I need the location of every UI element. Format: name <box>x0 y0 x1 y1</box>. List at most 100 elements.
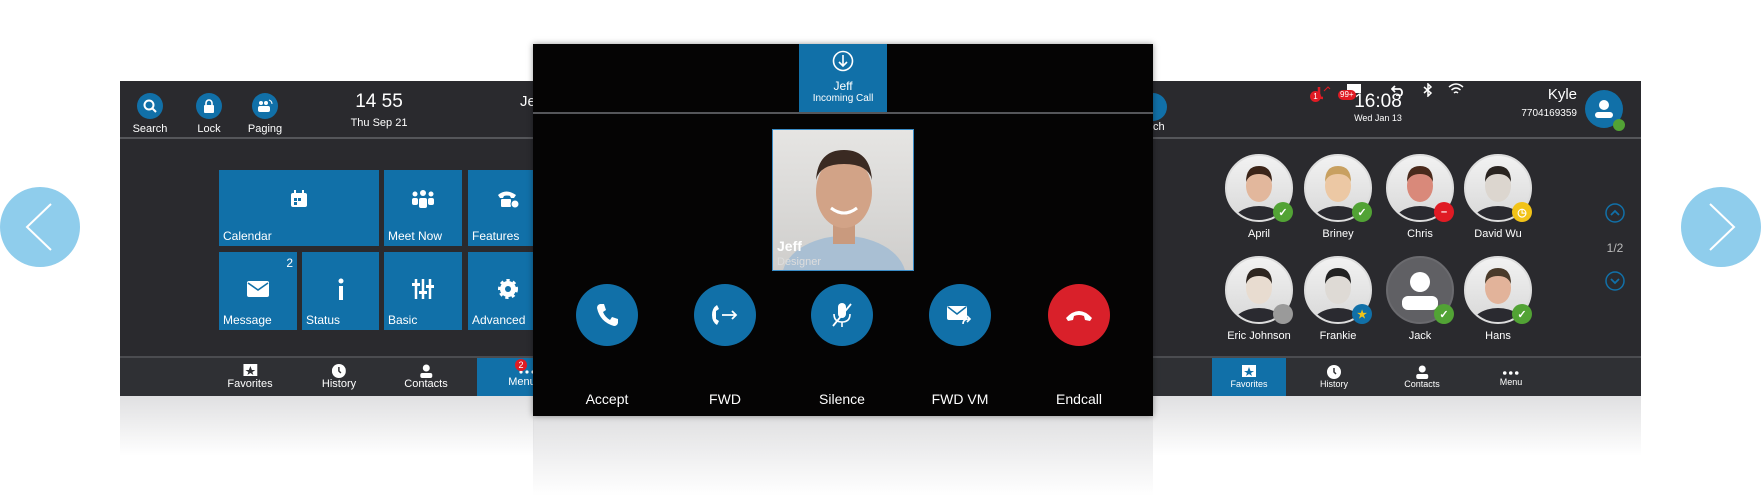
contact-name: Briney <box>1322 228 1354 240</box>
calendar-icon <box>291 189 307 207</box>
tab-label: Contacts <box>404 378 448 390</box>
phone-gear-icon <box>498 191 520 209</box>
search-label: Search <box>132 123 168 135</box>
tab-label: History <box>1319 379 1349 389</box>
action-label: Silence <box>819 391 865 407</box>
end-call-button[interactable] <box>1048 284 1110 346</box>
user-name: Je <box>520 93 534 110</box>
contact-name: April <box>1247 228 1271 240</box>
forward-voicemail-button[interactable] <box>929 284 991 346</box>
messages-badge: 99+ <box>1338 90 1356 100</box>
tile-label: Basic <box>388 313 418 327</box>
more-icon <box>1503 371 1519 375</box>
bottom-tab-bar: Favorites History Contacts Menu 2 <box>120 356 534 396</box>
tile-features[interactable]: Features <box>468 170 534 246</box>
page-down-button[interactable] <box>1605 271 1625 291</box>
reflection <box>120 396 534 456</box>
incoming-arrow-icon <box>832 50 854 72</box>
clock-time: 16:08 <box>1354 91 1402 112</box>
contact-name: Frankie <box>1319 330 1357 342</box>
menu-screen: Search Lock Paging 14 55 Thu Sep 21 Je C… <box>120 81 534 396</box>
offline-status-icon <box>1273 304 1293 324</box>
lock-icon <box>204 99 214 113</box>
tile-message[interactable]: 2 Message <box>219 252 297 330</box>
tab-label: Menu <box>1499 377 1523 387</box>
tile-basic[interactable]: Basic <box>384 252 462 330</box>
online-status-icon: ✓ <box>1352 202 1372 222</box>
contact-name: Eric Johnson <box>1227 330 1291 342</box>
forward-button[interactable] <box>694 284 756 346</box>
busy-status-icon: – <box>1434 202 1454 222</box>
tab-label: Favorites <box>1230 379 1268 389</box>
tab-label: History <box>321 378 357 390</box>
action-label: Accept <box>585 391 629 407</box>
action-label: FWD <box>709 391 741 407</box>
accept-button[interactable] <box>576 284 638 346</box>
tile-meet-now[interactable]: Meet Now <box>384 170 462 246</box>
reflection <box>533 416 1153 496</box>
tile-advanced[interactable]: Advanced <box>468 252 534 330</box>
hang-up-icon <box>1066 311 1092 321</box>
reflection <box>1153 396 1641 456</box>
sliders-icon <box>412 279 434 300</box>
missed-calls-badge: 1 <box>1310 91 1321 102</box>
tab-menu[interactable]: Menu 2 <box>477 358 534 396</box>
lock-button[interactable] <box>196 93 222 119</box>
chevron-left-icon <box>25 203 52 251</box>
tile-label: Calendar <box>223 229 272 243</box>
paging-button[interactable] <box>252 93 278 119</box>
chevron-right-icon <box>1709 203 1736 251</box>
favorites-icon <box>1242 365 1256 377</box>
paging-icon <box>258 99 273 112</box>
lock-label: Lock <box>197 123 221 135</box>
gear-icon <box>498 279 518 300</box>
header: Search Lock Paging 14 55 Thu Sep 21 Je <box>120 81 534 139</box>
caller-photo: Jeff Designer <box>772 129 914 271</box>
clock-date: Wed Jan 13 <box>1354 113 1402 123</box>
action-label: FWD VM <box>931 391 989 407</box>
tab-favorites[interactable]: Favorites <box>1212 358 1286 396</box>
search-button[interactable] <box>137 93 163 119</box>
tile-status[interactable]: Status <box>302 252 379 330</box>
tile-label: Meet Now <box>388 229 443 243</box>
user-name: Kyle <box>1547 86 1577 103</box>
tab-history[interactable]: History <box>1320 358 1348 396</box>
tab-label: Menu <box>508 376 534 388</box>
online-status-icon: ✓ <box>1512 304 1532 324</box>
tab-contacts[interactable]: Contacts <box>404 358 448 396</box>
forward-call-icon <box>712 305 738 325</box>
menu-badge: 2 <box>515 359 527 371</box>
next-button[interactable] <box>1681 187 1761 267</box>
tile-label: Advanced <box>472 313 526 327</box>
prev-button[interactable] <box>0 187 80 267</box>
caller-title: Designer <box>777 256 822 268</box>
clock-time: 14 55 <box>355 91 403 112</box>
phone-icon <box>597 304 618 326</box>
tile-label: Features <box>472 229 520 243</box>
favorite-status-icon: ★ <box>1352 304 1372 324</box>
tab-label: Contacts <box>1404 379 1440 389</box>
favorites-icon <box>243 364 257 376</box>
clock-icon <box>331 364 346 378</box>
online-status-icon: ✓ <box>1273 202 1293 222</box>
group-icon <box>412 189 434 208</box>
page-up-button[interactable] <box>1605 203 1625 223</box>
tile-label: Message <box>223 313 272 327</box>
tab-favorites[interactable]: Favorites <box>227 358 273 396</box>
online-status-icon <box>1613 119 1625 131</box>
message-count-badge: 2 <box>286 256 293 270</box>
tab-history[interactable]: History <box>322 358 356 396</box>
contact-name: Chris <box>1407 228 1433 240</box>
tab-menu[interactable]: Menu <box>1499 358 1523 396</box>
mic-off-icon <box>832 303 852 327</box>
tab-contacts[interactable]: Contacts <box>1404 358 1440 396</box>
header: ch 1 99+ 16:08 Wed Jan 13 Kyle 770416935… <box>1153 81 1641 139</box>
action-label: Endcall <box>1056 391 1102 407</box>
incoming-call-tab[interactable]: Jeff Incoming Call <box>799 44 887 112</box>
search-button[interactable] <box>1153 93 1167 121</box>
silence-button[interactable] <box>811 284 873 346</box>
call-status: Incoming Call <box>812 93 874 104</box>
tile-calendar[interactable]: Calendar <box>219 170 379 246</box>
incoming-call-screen: Jeff Incoming Call Jeff Designer Accept … <box>533 44 1153 416</box>
contact-name: Jack <box>1408 330 1432 342</box>
